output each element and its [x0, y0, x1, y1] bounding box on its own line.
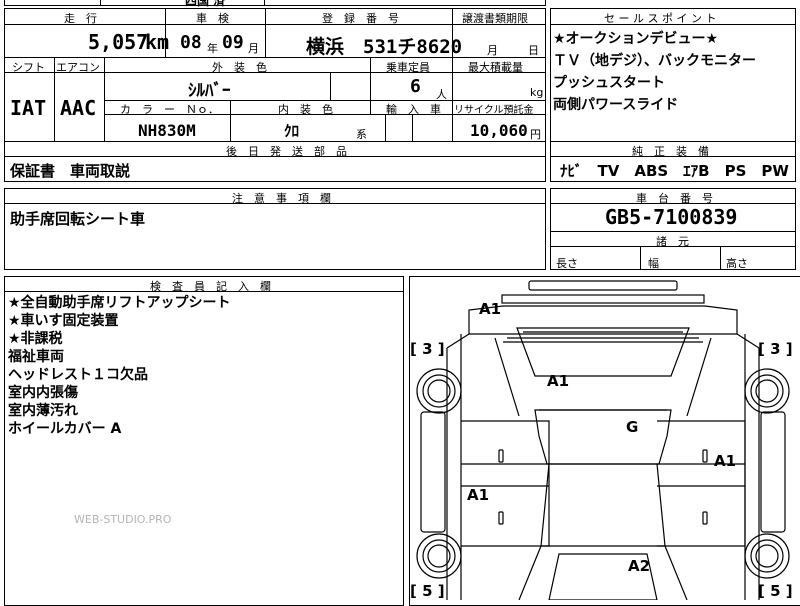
- transfer-deadline-label: 譲渡書類期限: [462, 12, 528, 25]
- equipment-value: ﾅﾋﾞ TV ABS ｴｱB PS PW: [560, 162, 789, 180]
- deadline-day-unit: 日: [528, 44, 539, 57]
- sales-point-line: 両側パワースライド: [553, 97, 679, 113]
- sales-points-list: ★オークションデビュー★ ＴＶ（地デジ）、バックモニター プッシュスタート 両側…: [553, 28, 756, 116]
- interior-color-label: 内 装 色: [278, 103, 333, 116]
- mileage-label: 走 行: [64, 12, 97, 25]
- tire-rr-label: [ 5 ]: [758, 582, 793, 600]
- inspector-line: ヘッドレスト１コ欠品: [8, 367, 148, 383]
- inspector-list: ★全自動助手席リフトアップシート ★車いす固定装置 ★非課税 福祉車両 ヘッドレ…: [8, 294, 231, 438]
- inspection-year-unit: 年: [207, 42, 218, 55]
- capacity-label: 乗車定員: [386, 61, 430, 74]
- tire-fr-label: [ 3 ]: [758, 340, 793, 358]
- mark-rear: A2: [628, 557, 651, 575]
- inspection-year: 08: [180, 32, 202, 53]
- inspection-month-unit: 月: [248, 42, 259, 55]
- inspector-label: 検 査 員 記 入 欄: [150, 280, 271, 293]
- mark-hood: A1: [547, 372, 570, 390]
- max-load-label: 最大積載量: [468, 61, 523, 74]
- height-label: 高さ: [726, 257, 748, 270]
- length-label: 長さ: [556, 257, 578, 270]
- mark-front: A1: [479, 300, 502, 318]
- interior-color-value: ｸﾛ: [284, 122, 300, 140]
- exterior-color-label: 外 装 色: [212, 61, 267, 74]
- mileage-unit: km: [145, 30, 170, 54]
- equipment-label: 純 正 装 備: [632, 145, 709, 158]
- interior-color-suffix: 系: [356, 128, 367, 141]
- top-partial-strip: [4, 0, 546, 6]
- sales-point-line: ＴＶ（地デジ）、バックモニター: [553, 53, 756, 69]
- notes-label: 注 意 事 項 欄: [232, 192, 331, 205]
- chassis-label: 車 台 番 号: [636, 192, 713, 205]
- tire-rl-label: [ 5 ]: [410, 582, 445, 600]
- inspector-line: 室内薄汚れ: [8, 403, 78, 419]
- dimensions-label: 諸 元: [656, 235, 689, 248]
- import-car-label: 輸 入 車: [386, 103, 441, 116]
- watermark: WEB-STUDIO.PRO: [74, 513, 172, 526]
- notes-value: 助手席回転シート車: [10, 210, 146, 228]
- inspector-line: ホイールカバー A: [8, 421, 122, 437]
- inspection-label: 車 検: [196, 12, 229, 25]
- inspector-line: ★車いす固定装置: [8, 313, 119, 329]
- shift-label: シフト: [12, 61, 45, 74]
- inspector-line: 福祉車両: [8, 349, 64, 365]
- aircon-label: エアコン: [56, 61, 100, 74]
- color-no-value: NH830M: [138, 121, 196, 140]
- recycle-unit: 円: [530, 128, 541, 141]
- exterior-color-value: ｼﾙﾊﾞｰ: [188, 81, 231, 101]
- capacity-value: 6: [410, 76, 421, 97]
- deadline-month-unit: 月: [487, 44, 498, 57]
- inspector-line: ★非課税: [8, 331, 63, 347]
- later-parts-label: 後 日 発 送 部 品: [226, 145, 347, 158]
- sales-point-line: ★オークションデビュー★: [553, 31, 719, 47]
- car-diagram: [416, 280, 790, 600]
- width-label: 幅: [648, 257, 659, 270]
- registration-label: 登 録 番 号: [322, 12, 399, 25]
- mark-left-door: A1: [467, 486, 490, 504]
- sales-point-line: プッシュスタート: [553, 75, 665, 91]
- capacity-unit: 人: [436, 88, 447, 101]
- shift-value: IAT: [10, 96, 47, 120]
- recycle-value: 10,060: [470, 121, 528, 140]
- inspection-month: 09: [222, 32, 244, 53]
- max-load-unit: kg: [530, 86, 544, 99]
- mark-right-door: A1: [714, 452, 737, 470]
- mileage-value: 5,057: [88, 30, 149, 54]
- tire-fl-label: [ 3 ]: [410, 340, 445, 358]
- inspector-line: 室内内張傷: [8, 385, 78, 401]
- later-parts-value: 保証書 車両取説: [10, 162, 131, 180]
- mark-roof: G: [626, 418, 639, 436]
- aircon-value: AAC: [60, 96, 97, 120]
- inspector-line: ★全自動助手席リフトアップシート: [8, 295, 231, 311]
- recycle-label: リサイクル預託金: [454, 105, 534, 116]
- registration-value: 横浜 531チ8620: [306, 36, 463, 58]
- color-no-label: カ ラ ー Ｎｏ．: [120, 103, 219, 116]
- chassis-value: GB5-7100839: [605, 205, 738, 229]
- sales-points-label: セ ー ル ス ポ イ ン ト: [604, 12, 717, 25]
